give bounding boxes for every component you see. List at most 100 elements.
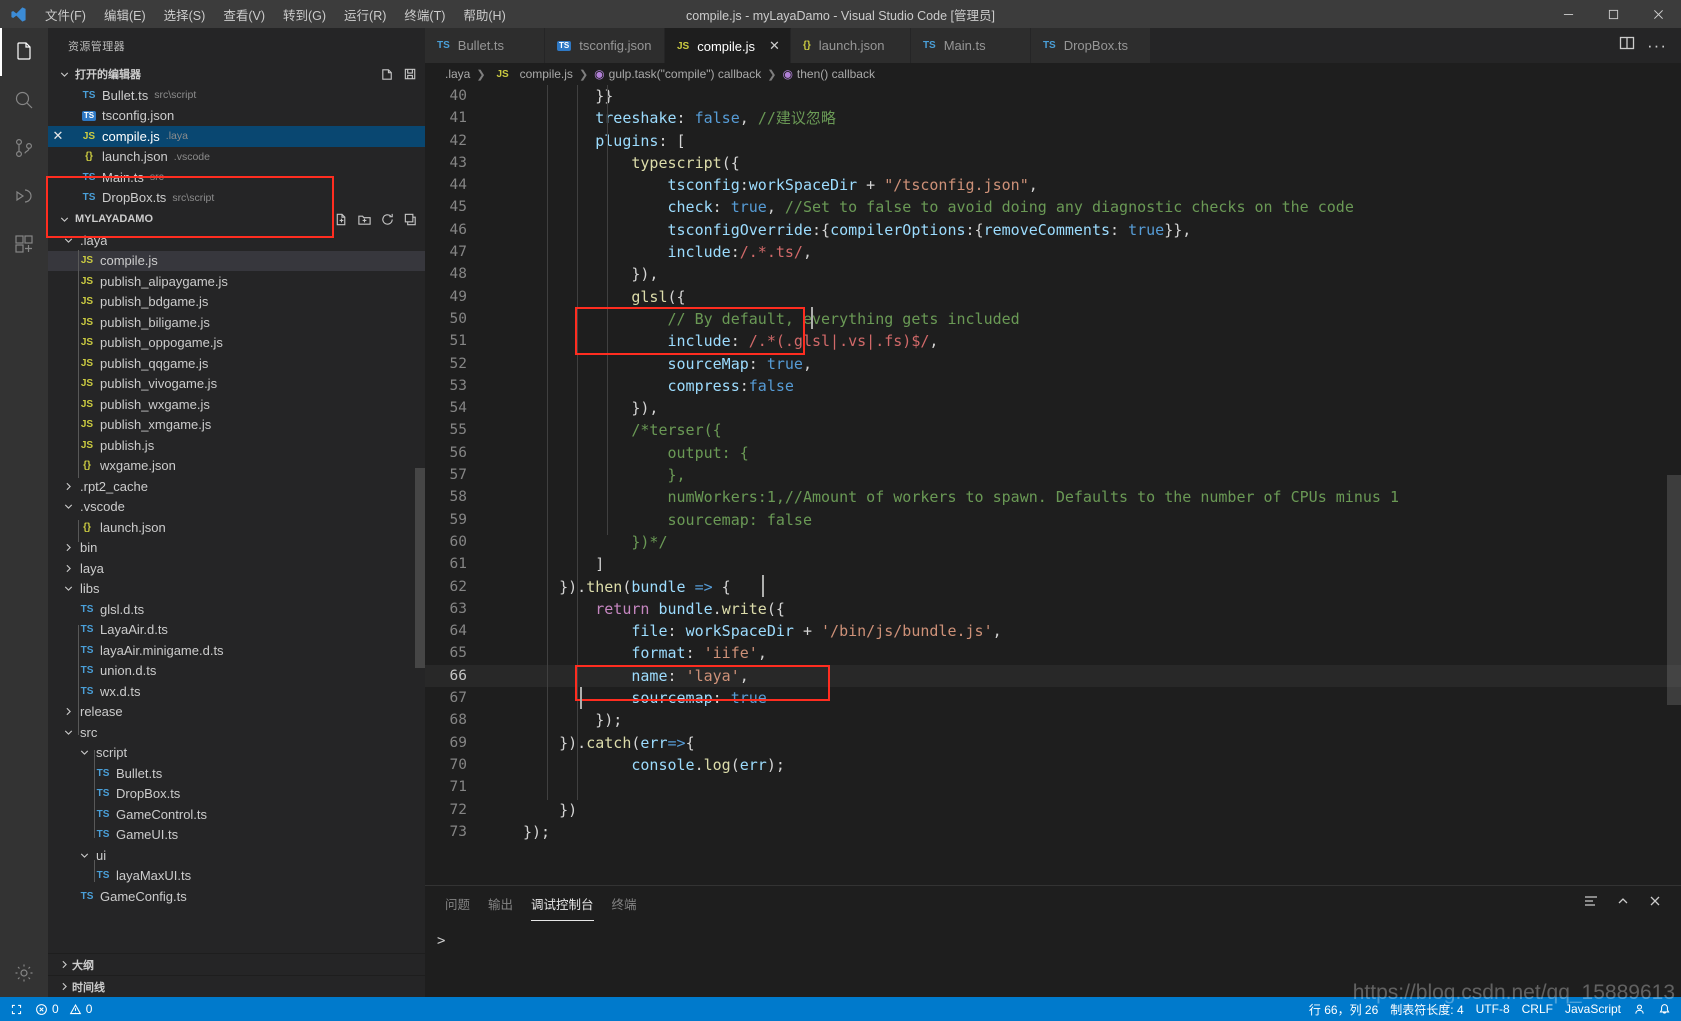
status-remote[interactable] <box>4 997 29 1021</box>
split-editor-icon[interactable] <box>1619 35 1635 56</box>
code-line[interactable]: 63 return bundle.write({ <box>425 598 1681 620</box>
tree-folder[interactable]: ui <box>48 845 425 866</box>
activity-search[interactable] <box>0 76 48 124</box>
tree-folder[interactable]: .laya <box>48 230 425 251</box>
refresh-icon[interactable] <box>378 210 396 228</box>
open-editor-item[interactable]: TS Main.ts src <box>48 167 425 188</box>
tree-file[interactable]: JS publish_xmgame.js <box>48 415 425 436</box>
code-line[interactable]: 40 }} <box>425 85 1681 107</box>
tree-folder[interactable]: script <box>48 743 425 764</box>
code-line[interactable]: 41 treeshake: false, //建议忽略 <box>425 107 1681 129</box>
tree-file[interactable]: TS glsl.d.ts <box>48 599 425 620</box>
panel-tab-2[interactable]: 调试控制台 <box>531 886 594 921</box>
code-lines[interactable]: 40 }} 41 treeshake: false, //建议忽略 42 plugi… <box>425 85 1681 885</box>
tree-file[interactable]: TS GameUI.ts <box>48 825 425 846</box>
tree-file[interactable]: TS layaAir.minigame.d.ts <box>48 640 425 661</box>
editor-tab-tsconfig-json[interactable]: TS tsconfig.json <box>545 28 665 63</box>
code-line[interactable]: 54 }), <box>425 397 1681 419</box>
tree-folder[interactable]: release <box>48 702 425 723</box>
panel-tab-3[interactable]: 终端 <box>612 886 637 921</box>
code-line[interactable]: 50 // By default, everything gets includ… <box>425 308 1681 330</box>
code-line[interactable]: 48 }), <box>425 263 1681 285</box>
code-line[interactable]: 67 sourcemap: true <box>425 687 1681 709</box>
code-line[interactable]: 68 }); <box>425 709 1681 731</box>
code-line[interactable]: 47 include:/.*.ts/, <box>425 241 1681 263</box>
timeline-section-header[interactable]: 时间线 <box>48 975 425 997</box>
editor-tab-bullet-ts[interactable]: TS Bullet.ts <box>425 28 545 63</box>
open-editors-header[interactable]: 打开的编辑器 <box>48 63 425 85</box>
breadcrumb-item[interactable]: .laya <box>445 67 470 81</box>
tree-file[interactable]: TS layaMaxUI.ts <box>48 866 425 887</box>
code-line[interactable]: 43 typescript({ <box>425 152 1681 174</box>
menu-item-0[interactable]: 文件(F) <box>36 0 95 28</box>
tree-folder[interactable]: laya <box>48 558 425 579</box>
close-icon[interactable]: ✕ <box>769 38 780 54</box>
open-editor-item[interactable]: {} launch.json .vscode <box>48 147 425 168</box>
close-icon[interactable] <box>1636 0 1681 28</box>
tree-file[interactable]: JS publish_qqgame.js <box>48 353 425 374</box>
tree-file[interactable]: TS union.d.ts <box>48 661 425 682</box>
panel-tab-0[interactable]: 问题 <box>445 886 470 921</box>
status-language-mode[interactable]: JavaScript <box>1559 997 1627 1021</box>
sidebar-scrollbar[interactable] <box>415 468 425 668</box>
code-line[interactable]: 57 }, <box>425 464 1681 486</box>
tree-file[interactable]: JS compile.js <box>48 250 425 271</box>
open-editor-item[interactable]: TS Bullet.ts src\script <box>48 85 425 106</box>
tree-file[interactable]: JS publish.js <box>48 435 425 456</box>
open-editor-item[interactable]: TS DropBox.ts src\script <box>48 188 425 209</box>
open-editor-item[interactable]: ✕ JS compile.js .laya <box>48 126 425 147</box>
collapse-all-icon[interactable] <box>401 210 419 228</box>
editor-tab-main-ts[interactable]: TS Main.ts <box>910 28 1031 63</box>
code-line[interactable]: 45 check: true, //Set to false to avoid … <box>425 196 1681 218</box>
workspace-header[interactable]: MYLAYADAMO <box>48 208 425 230</box>
save-all-icon[interactable] <box>401 65 419 83</box>
tree-file[interactable]: TS Bullet.ts <box>48 763 425 784</box>
tree-file[interactable]: JS publish_vivogame.js <box>48 374 425 395</box>
outline-section-header[interactable]: 大纲 <box>48 953 425 975</box>
menu-item-1[interactable]: 编辑(E) <box>95 0 155 28</box>
menu-item-7[interactable]: 帮助(H) <box>454 0 514 28</box>
code-line[interactable]: 71 <box>425 776 1681 798</box>
status-notifications[interactable] <box>1652 997 1677 1021</box>
debug-console-body[interactable]: > <box>425 921 1681 997</box>
tree-file[interactable]: JS publish_oppogame.js <box>48 333 425 354</box>
tree-file[interactable]: JS publish_bdgame.js <box>48 292 425 313</box>
code-line[interactable]: 46 tsconfigOverride:{compilerOptions:{re… <box>425 219 1681 241</box>
editor-vertical-scrollbar[interactable] <box>1667 475 1681 705</box>
code-line[interactable]: 42 plugins: [ <box>425 130 1681 152</box>
code-line[interactable]: 70 console.log(err); <box>425 754 1681 776</box>
activity-manage[interactable] <box>0 949 48 997</box>
code-line[interactable]: 66 name: 'laya', <box>425 664 1681 688</box>
code-line[interactable]: 60 })*/ <box>425 531 1681 553</box>
status-cursor-position[interactable]: 行 66，列 26 <box>1303 997 1384 1021</box>
breadcrumb-item[interactable]: ◉ gulp.task("compile") callback <box>594 67 761 81</box>
code-line[interactable]: 69 }).catch(err=>{ <box>425 732 1681 754</box>
editor-tab-launch-json[interactable]: {} launch.json <box>790 28 911 63</box>
status-errors[interactable]: 0 0 <box>29 997 98 1021</box>
tree-file[interactable]: {} launch.json <box>48 517 425 538</box>
editor-tab-compile-js[interactable]: JS compile.js ✕ <box>665 28 791 63</box>
breadcrumb-item[interactable]: JS compile.js <box>492 67 572 81</box>
code-editor[interactable]: 40 }} 41 treeshake: false, //建议忽略 42 plugi… <box>425 85 1681 885</box>
tree-folder[interactable]: .rpt2_cache <box>48 476 425 497</box>
tree-folder[interactable]: bin <box>48 538 425 559</box>
open-editor-item[interactable]: TS tsconfig.json <box>48 106 425 127</box>
code-line[interactable]: 73}); <box>425 821 1681 843</box>
breadcrumb-item[interactable]: ◉ then() callback <box>782 67 875 81</box>
tree-file[interactable]: TS DropBox.ts <box>48 784 425 805</box>
tree-file[interactable]: JS publish_alipaygame.js <box>48 271 425 292</box>
code-line[interactable]: 51 include: /.*(.glsl|.vs|.fs)$/, <box>425 330 1681 352</box>
new-file-icon[interactable] <box>332 210 350 228</box>
more-actions-icon[interactable]: ··· <box>1647 37 1667 54</box>
code-line[interactable]: 62 }).then(bundle => { <box>425 576 1681 598</box>
activity-explorer[interactable] <box>0 28 48 76</box>
code-line[interactable]: 59 sourcemap: false <box>425 509 1681 531</box>
tree-file[interactable]: TS GameControl.ts <box>48 804 425 825</box>
menu-item-3[interactable]: 查看(V) <box>214 0 274 28</box>
code-line[interactable]: 61 ] <box>425 553 1681 575</box>
menu-item-6[interactable]: 终端(T) <box>395 0 454 28</box>
activity-run-and-debug[interactable] <box>0 172 48 220</box>
tree-folder[interactable]: libs <box>48 579 425 600</box>
menu-item-4[interactable]: 转到(G) <box>274 0 335 28</box>
code-line[interactable]: 58 numWorkers:1,//Amount of workers to s… <box>425 486 1681 508</box>
